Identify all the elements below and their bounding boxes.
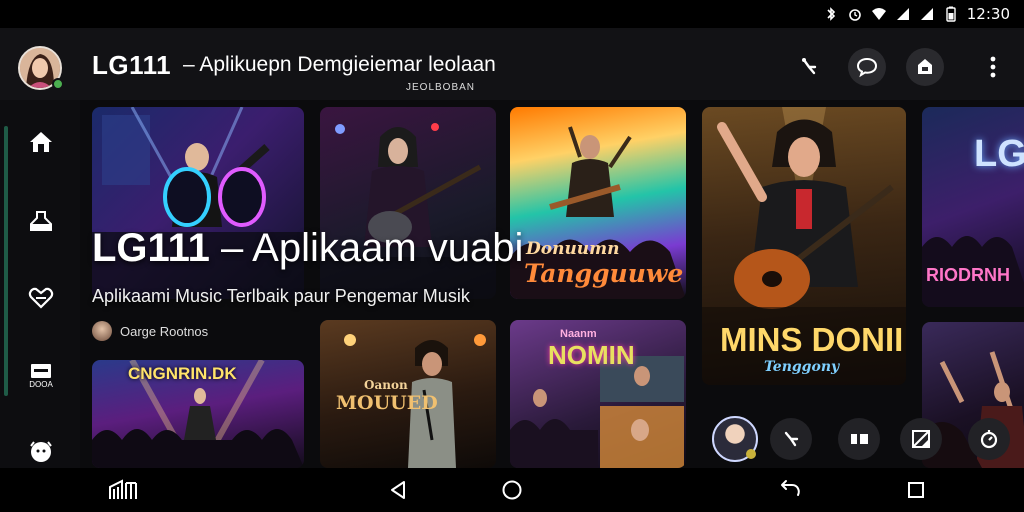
share-icon: [802, 58, 817, 75]
gallery-icon: [912, 430, 930, 448]
content-grid: Donuumn Tangguuwe MINS DONII Tenggony LG…: [80, 100, 1024, 468]
back-icon: [391, 481, 405, 499]
rotate-button[interactable]: [778, 478, 802, 502]
card-rainbow-concert[interactable]: Donuumn Tangguuwe: [510, 107, 686, 299]
card-collage-caption-2: NOMIN: [548, 340, 635, 370]
share-fab[interactable]: [770, 418, 812, 460]
hero-title: LG111 – Aplikaam vuabi: [92, 226, 523, 271]
rail-label-queue: DOOA: [29, 380, 53, 389]
rail-item-queue[interactable]: DOOA: [26, 362, 56, 390]
more-options-button[interactable]: [974, 48, 1012, 86]
bluetooth-icon: [827, 7, 835, 21]
signal-icon: [920, 8, 933, 20]
app-bar: LG111 – Aplikuepn Demgieiemar leolaan JE…: [0, 28, 1024, 100]
favorite-icon: [28, 287, 54, 309]
card-singer-caption: Oanon: [364, 378, 408, 392]
recents-grid-button[interactable]: [108, 478, 140, 502]
hero-title-rest: – Aplikaam vuabi: [209, 226, 524, 270]
wifi-icon: [871, 8, 886, 20]
more-vert-icon: [990, 56, 996, 78]
library-icon: [30, 211, 52, 231]
app-title: LG111: [92, 50, 172, 80]
card-featured-caption-2: Tenggony: [764, 359, 840, 375]
store-button[interactable]: [906, 48, 944, 86]
home-circle-icon: [502, 480, 522, 500]
album-icon: [851, 434, 868, 444]
album-fab[interactable]: [838, 418, 880, 460]
card-lgi-caption-2: RIODRNH: [926, 265, 1010, 285]
rail-item-favorite[interactable]: [26, 284, 56, 312]
chat-button[interactable]: [848, 48, 886, 86]
queue-icon: [31, 364, 51, 378]
battery-icon: [946, 6, 956, 22]
card-featured-guitarist[interactable]: MINS DONII Tenggony: [702, 107, 906, 385]
alarm-icon: [848, 9, 861, 21]
app-subtitle: – Aplikuepn Demgieiemar leolaan: [183, 53, 496, 76]
overview-button[interactable]: [904, 478, 928, 502]
overview-icon: [908, 482, 924, 498]
card-rainbow-caption: Donuumn: [526, 239, 620, 259]
status-bar: 12:30: [0, 0, 1024, 28]
hero-title-brand: LG111: [92, 226, 210, 270]
card-featured-caption: MINS DONII: [720, 321, 904, 358]
rail-active-indicator: [4, 126, 8, 396]
rail-item-home[interactable]: [26, 128, 56, 156]
home-icon: [30, 132, 52, 152]
rail-item-library[interactable]: [26, 206, 56, 234]
recents-grid-icon: [109, 479, 137, 499]
hero-meta-avatar: [92, 321, 112, 341]
timer-fab[interactable]: [968, 418, 1010, 460]
card-concert-caption: CNGNRIN.DK: [128, 364, 237, 383]
signal-icon: [896, 8, 909, 20]
rail-item-profile[interactable]: [26, 438, 56, 466]
user-status-dot: [746, 449, 756, 459]
share-button[interactable]: [790, 48, 828, 86]
back-button[interactable]: [386, 478, 410, 502]
card-singer-caption-2: MOUUED: [336, 392, 438, 414]
side-rail: DOOA: [0, 100, 80, 468]
card-collage[interactable]: Naanm NOMIN: [510, 320, 686, 468]
card-rainbow-caption-2: Tangguuwe: [524, 259, 684, 288]
share-icon: [784, 431, 799, 447]
rotate-icon: [781, 480, 800, 496]
app-subtitle-secondary: JEOLBOBAN: [406, 82, 476, 93]
system-nav-bar: [0, 468, 1024, 512]
status-time: 12:30: [966, 5, 1010, 23]
card-collage-caption: Naanm: [560, 328, 597, 340]
hero-subtitle: Aplikaami Music Terlbaik paur Pengemar M…: [92, 286, 470, 306]
gallery-fab[interactable]: [900, 418, 942, 460]
profile-icon: [30, 441, 52, 462]
timer-icon: [980, 430, 998, 449]
hero-meta[interactable]: Oarge Rootnos: [92, 321, 208, 341]
card-singer[interactable]: Oanon MOUUED: [320, 320, 496, 468]
card-lgi-neon[interactable]: LGI RIODRNH: [922, 107, 1024, 307]
card-concert-crowd[interactable]: CNGNRIN.DK: [92, 360, 304, 468]
home-button[interactable]: [500, 478, 524, 502]
hero-meta-text: Oarge Rootnos: [120, 323, 209, 339]
chat-icon: [856, 57, 878, 78]
online-indicator: [52, 78, 64, 90]
store-icon: [918, 59, 932, 74]
status-icons: 12:30: [823, 5, 1010, 23]
